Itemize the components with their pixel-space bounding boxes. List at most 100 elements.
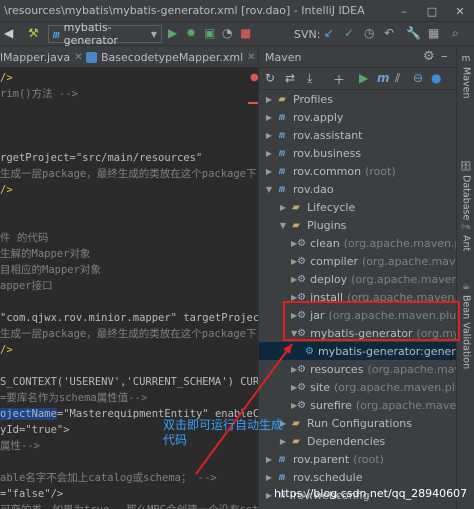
tree-node-detail: (org.apache.maven.plu: [362, 254, 457, 268]
tree-node[interactable]: ▶⚙clean(org.apache.maven.plug: [259, 234, 457, 252]
generate-sources-icon[interactable]: ⇄: [285, 71, 295, 85]
minimize-button[interactable]: –: [390, 0, 418, 22]
execute-goal-icon[interactable]: m: [377, 71, 390, 85]
collapse-toggle-icon[interactable]: ▶: [263, 131, 275, 140]
download-icon[interactable]: ⤓: [307, 71, 312, 86]
tree-node-label: Profiles: [293, 92, 333, 106]
coverage-icon[interactable]: ▣: [204, 26, 215, 40]
tree-node-label: Lifecycle: [307, 200, 356, 214]
close-icon[interactable]: ✕: [74, 52, 82, 63]
tree-node[interactable]: ▼ m rov.dao: [259, 180, 457, 198]
tree-node[interactable]: ▶ m rov.assistant: [259, 126, 457, 144]
side-tab-database[interactable]: 🗄 Database: [459, 162, 473, 220]
code-line: yId="true">: [0, 424, 70, 436]
tree-node[interactable]: ▶ ▰ Dependencies: [259, 432, 457, 450]
collapse-toggle-icon[interactable]: ▶: [263, 95, 275, 104]
side-tab-bean-validation[interactable]: ☕ Bean Validation: [459, 282, 473, 369]
collapse-toggle-icon[interactable]: ▶: [277, 203, 289, 212]
debug-icon[interactable]: ✹: [186, 26, 196, 40]
tree-node-label: rov.apply: [293, 110, 344, 124]
side-tab-label: Maven: [460, 67, 472, 99]
collapse-toggle-icon[interactable]: ▶: [263, 113, 275, 122]
expand-toggle-icon[interactable]: ▼: [277, 221, 289, 230]
collapse-toggle-icon[interactable]: ▶: [263, 167, 275, 176]
tree-node[interactable]: ▶ m rov.schedule: [259, 468, 457, 486]
tree-node[interactable]: ▶⚙resources(org.apache.maven.: [259, 360, 457, 378]
tree-node[interactable]: ▶ m rov.common (root): [259, 162, 457, 180]
collapse-toggle-icon[interactable]: ▶: [263, 149, 275, 158]
side-tab-maven[interactable]: m Maven: [459, 54, 473, 99]
add-icon[interactable]: ＋: [333, 71, 345, 88]
collapse-toggle-icon[interactable]: ▶: [263, 455, 275, 464]
tree-node-detail: (org.apache.maven.plug: [351, 272, 457, 286]
reload-icon[interactable]: ↻: [265, 71, 275, 85]
tree-node-label: Run Configurations: [307, 416, 412, 430]
tree-node[interactable]: ▶ ▰ Lifecycle: [259, 198, 457, 216]
tree-node[interactable]: ▶⚙surefire(org.apache.maven.plu: [259, 396, 457, 414]
chevron-down-icon: ▼: [150, 29, 157, 39]
maven-icon: m: [53, 27, 60, 41]
tree-node[interactable]: ▶ m rov.business: [259, 144, 457, 162]
gear-icon[interactable]: ⚙: [423, 49, 435, 64]
side-tab-label: Bean Validation: [460, 295, 472, 370]
tree-node[interactable]: ▶⚙site(org.apache.maven.plugins: [259, 378, 457, 396]
svn-update-icon[interactable]: ↙: [324, 26, 334, 40]
build-hammer-icon[interactable]: ⚒: [28, 26, 39, 40]
collapse-toggle-icon[interactable]: ▶: [263, 473, 275, 482]
hide-panel-icon[interactable]: –: [441, 49, 448, 64]
tab-basecodetype-mapper-xml[interactable]: BasecodetypeMapper.xml ✕: [86, 46, 256, 68]
expand-toggle-icon[interactable]: ▼: [263, 185, 275, 194]
tab-mapper-java[interactable]: lMapper.java ✕: [0, 46, 82, 68]
svn-commit-icon[interactable]: ✓: [344, 26, 354, 40]
run-configuration-select[interactable]: m mybatis-generator ▼: [48, 21, 162, 47]
highlighted-attribute: ojectName: [0, 408, 57, 420]
close-window-button[interactable]: ✕: [446, 0, 474, 22]
code-line: 生成一层package，最终生成的类放在这个package下，默: [0, 168, 258, 180]
project-structure-icon[interactable]: ▦: [428, 26, 439, 40]
tree-node-label: rov.business: [293, 146, 362, 160]
tree-node[interactable]: ▶⚙deploy(org.apache.maven.plug: [259, 270, 457, 288]
tree-node-label: resources: [310, 362, 364, 376]
show-dependencies-icon[interactable]: ●: [431, 71, 441, 85]
code-line: rim()方法 -->: [0, 88, 78, 100]
tree-node[interactable]: ▼ ▰ Plugins: [259, 216, 457, 234]
folder-icon: ▰: [292, 435, 300, 447]
plugin-gear-icon: ⚙: [297, 273, 307, 285]
maven-module-icon: m: [278, 111, 286, 123]
tree-node-detail: (org.apache.maven.: [367, 362, 457, 376]
side-tab-database-icon: 🗄: [460, 162, 472, 172]
back-arrow-icon[interactable]: ◀: [4, 26, 13, 40]
tree-node[interactable]: ▶mrov.workflow: [259, 504, 457, 509]
profile-icon[interactable]: ◔: [222, 26, 232, 40]
tree-node[interactable]: ▶ m rov.parent (root): [259, 450, 457, 468]
tree-node-label: rov.assistant: [293, 128, 363, 142]
svn-label: SVN:: [294, 28, 321, 41]
tree-node[interactable]: ▶ ▰ Profiles: [259, 90, 457, 108]
tree-node-label: rov.schedule: [293, 470, 363, 484]
toggle-offline-icon[interactable]: ⫽: [395, 71, 400, 86]
plugin-gear-icon: ⚙: [297, 363, 307, 375]
maximize-button[interactable]: □: [418, 0, 446, 22]
side-tab-ant[interactable]: 🐜 Ant: [459, 222, 473, 251]
tree-node[interactable]: ▶ ▰ Run Configurations: [259, 414, 457, 432]
run-icon[interactable]: ▶: [359, 71, 368, 85]
maven-module-icon: m: [278, 129, 286, 141]
history-icon[interactable]: ◷: [364, 26, 374, 40]
tree-node-label: Dependencies: [307, 434, 386, 448]
skip-tests-icon[interactable]: ⊖: [413, 71, 423, 85]
xml-file-icon: [86, 51, 97, 63]
tree-node[interactable]: ⚙mybatis-generator:generate: [259, 342, 457, 360]
tree-node[interactable]: ▶⚙compiler(org.apache.maven.plu: [259, 252, 457, 270]
search-icon[interactable]: ⌕: [452, 26, 459, 41]
maven-module-icon: m: [278, 165, 286, 177]
tree-node[interactable]: ▶ m rov.apply: [259, 108, 457, 126]
close-icon[interactable]: ✕: [247, 52, 255, 63]
run-icon[interactable]: ▶: [168, 26, 177, 40]
run-configuration-label: mybatis-generator: [63, 21, 118, 47]
stop-icon[interactable]: ■: [240, 26, 251, 40]
revert-icon[interactable]: ↶: [384, 26, 394, 40]
plugin-gear-icon: ⚙: [297, 381, 307, 393]
maven-panel-title: Maven: [265, 51, 302, 64]
tree-node-label: Plugins: [307, 218, 347, 232]
wrench-icon[interactable]: 🔧: [406, 26, 421, 40]
